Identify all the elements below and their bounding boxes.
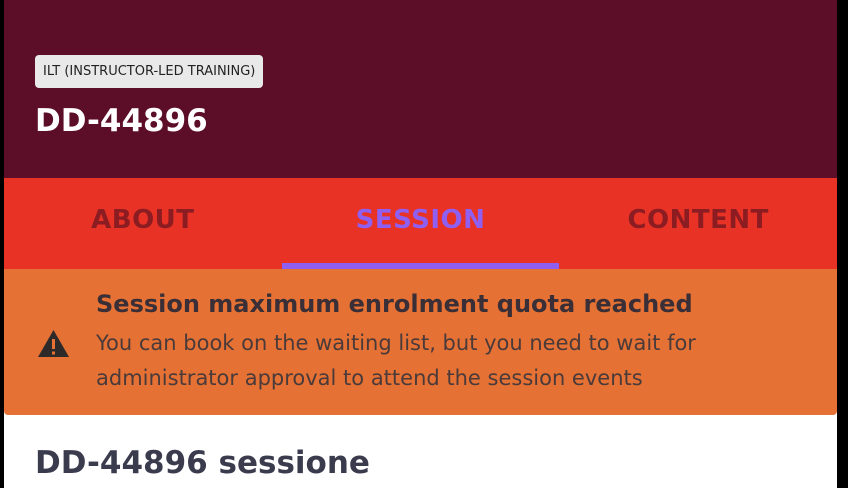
tab-session[interactable]: SESSION [281,178,560,269]
course-screen: ILT (INSTRUCTOR-LED TRAINING) DD-44896 A… [4,0,837,488]
course-type-badge: ILT (INSTRUCTOR-LED TRAINING) [35,55,264,88]
session-title: DD-44896 sessione [35,445,370,481]
tab-about[interactable]: ABOUT [4,178,282,269]
tab-content-label: CONTENT [627,204,769,235]
enrolment-quota-alert: Session maximum enrolment quota reached … [4,269,837,415]
tab-about-label: ABOUT [91,204,195,235]
alert-message: You can book on the waiting list, but yo… [96,331,696,390]
course-title: DD-44896 [35,103,208,139]
tab-content[interactable]: CONTENT [559,178,837,269]
tab-session-label: SESSION [355,204,486,235]
course-header: ILT (INSTRUCTOR-LED TRAINING) DD-44896 [4,0,837,178]
alert-title: Session maximum enrolment quota reached [96,290,693,318]
warning-icon [38,330,69,357]
tab-bar: ABOUT SESSION CONTENT [4,178,837,269]
